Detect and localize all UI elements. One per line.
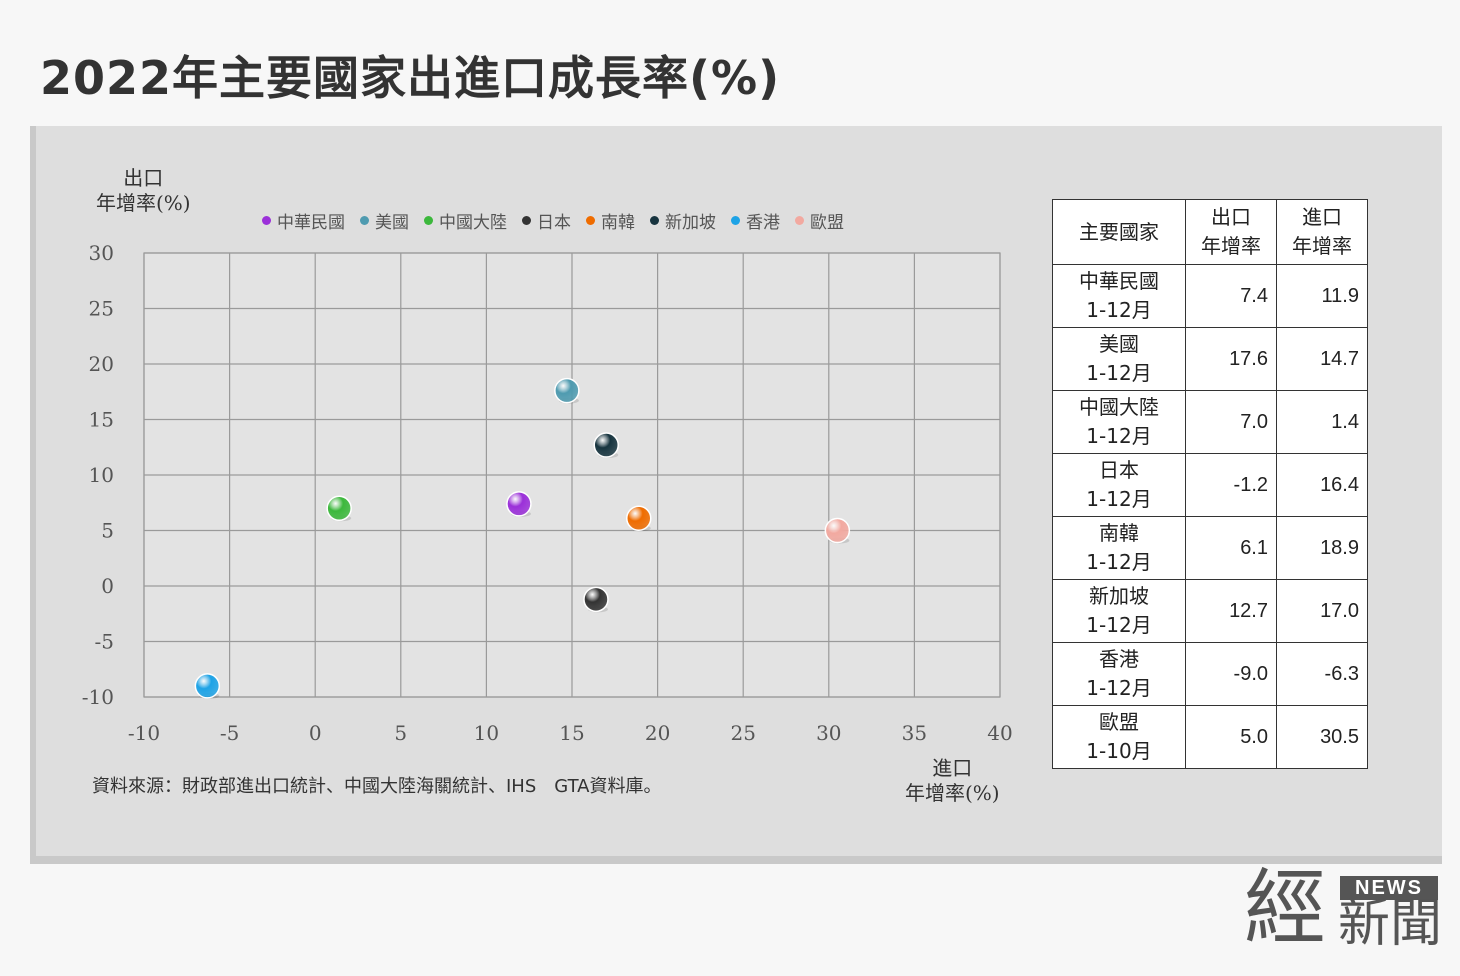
row-country-period: 1-12月 [1086,550,1152,574]
row-country-name: 新加坡 [1089,584,1149,608]
row-country-name: 歐盟 [1099,710,1139,734]
header-country: 主要國家 [1052,199,1186,265]
logo-big-char: 經 [1244,861,1327,956]
table-row: 南韓 1-12月 6.1 18.9 [1052,516,1368,580]
y-tick-label: 5 [101,519,114,543]
x-tick-label: 40 [987,721,1012,745]
logo-small-text: 新聞 [1338,894,1443,954]
x-tick-label: 5 [394,721,407,745]
x-tick-label: 25 [730,721,755,745]
row-country-period: 1-12月 [1086,361,1152,385]
row-export-value: -1.2 [1185,453,1277,517]
data-point [506,491,532,517]
row-import-value: 1.4 [1276,390,1368,454]
data-point [593,432,619,458]
row-country-period: 1-12月 [1086,487,1152,511]
y-tick-label: 10 [89,463,114,487]
x-tick-label: 15 [559,721,584,745]
row-country-name: 美國 [1099,332,1139,356]
row-country: 美國 1-12月 [1052,327,1186,391]
data-point [194,673,221,699]
data-point [626,505,652,532]
data-source-note: 資料來源：財政部進出口統計、中國大陸海關統計、IHS GTA資料庫。 [92,776,662,797]
table-row: 日本 1-12月 -1.2 16.4 [1052,453,1368,517]
y-tick-label: -10 [82,685,114,709]
y-tick-label: 0 [101,574,114,598]
x-tick-label: -10 [128,721,160,745]
y-tick-label: 25 [89,297,114,321]
header-export-line2: 年增率 [1201,234,1261,258]
row-country: 中國大陸 1-12月 [1052,390,1186,454]
row-import-value: 14.7 [1276,327,1368,391]
header-import: 進口 年增率 [1276,199,1368,265]
row-country: 香港 1-12月 [1052,642,1186,706]
table-row: 中華民國 1-12月 7.4 11.9 [1052,264,1368,328]
row-export-value: -9.0 [1185,642,1277,706]
row-country: 歐盟 1-10月 [1052,705,1186,769]
row-export-value: 6.1 [1185,516,1277,580]
row-import-value: 11.9 [1276,264,1368,328]
row-country: 新加坡 1-12月 [1052,579,1186,643]
header-export: 出口 年增率 [1185,199,1277,265]
x-axis-unit-line1: 進口 [932,756,973,780]
row-country-period: 1-12月 [1086,613,1152,637]
row-import-value: 30.5 [1276,705,1368,769]
row-export-value: 7.0 [1185,390,1277,454]
row-import-value: 18.9 [1276,516,1368,580]
row-import-value: 16.4 [1276,453,1368,517]
row-country: 南韓 1-12月 [1052,516,1186,580]
row-export-value: 7.4 [1185,264,1277,328]
row-country-name: 日本 [1099,458,1139,482]
row-export-value: 5.0 [1185,705,1277,769]
table-row: 香港 1-12月 -9.0 -6.3 [1052,642,1368,706]
x-tick-label: 20 [645,721,670,745]
y-tick-label: -5 [95,630,114,654]
x-tick-label: -5 [220,721,239,745]
table-row: 新加坡 1-12月 12.7 17.0 [1052,579,1368,643]
x-tick-label: 10 [474,721,499,745]
row-country-name: 中國大陸 [1079,395,1159,419]
header-import-line2: 年增率 [1292,234,1352,258]
row-country-period: 1-10月 [1086,739,1152,763]
row-country-name: 香港 [1099,647,1139,671]
x-axis-unit-line2: 年增率(%) [905,781,1000,805]
row-export-value: 17.6 [1185,327,1277,391]
row-export-value: 12.7 [1185,579,1277,643]
row-country: 中華民國 1-12月 [1052,264,1186,328]
row-country-name: 南韓 [1099,521,1139,545]
y-tick-label: 30 [89,241,114,265]
y-tick-label: 15 [89,408,114,432]
data-point [824,517,851,544]
row-import-value: -6.3 [1276,642,1368,706]
table-header-row: 主要國家 出口 年增率 進口 年增率 [1052,199,1368,265]
row-country-name: 中華民國 [1079,269,1159,293]
x-tick-label: 35 [902,721,927,745]
header-export-line1: 出口 [1211,205,1251,229]
row-country: 日本 1-12月 [1052,453,1186,517]
row-country-period: 1-12月 [1086,298,1152,322]
x-tick-label: 30 [816,721,841,745]
table-row: 中國大陸 1-12月 7.0 1.4 [1052,390,1368,454]
row-country-period: 1-12月 [1086,424,1152,448]
data-table: 主要國家 出口 年增率 進口 年增率 中華民國 1-12月 7.4 11.9 美國 1-1… [1052,199,1368,769]
x-axis-unit: 進口 年增率(%) [905,756,1000,806]
y-tick-label: 20 [89,352,114,376]
brand-logo: 經 NEWS 新聞 [1244,866,1444,958]
header-import-line1: 進口 [1302,205,1342,229]
data-point [583,586,609,613]
x-tick-label: 0 [309,721,322,745]
row-country-period: 1-12月 [1086,676,1152,700]
table-row: 歐盟 1-10月 5.0 30.5 [1052,705,1368,769]
data-point [326,495,352,522]
row-import-value: 17.0 [1276,579,1368,643]
data-point [554,377,580,404]
table-row: 美國 1-12月 17.6 14.7 [1052,327,1368,391]
